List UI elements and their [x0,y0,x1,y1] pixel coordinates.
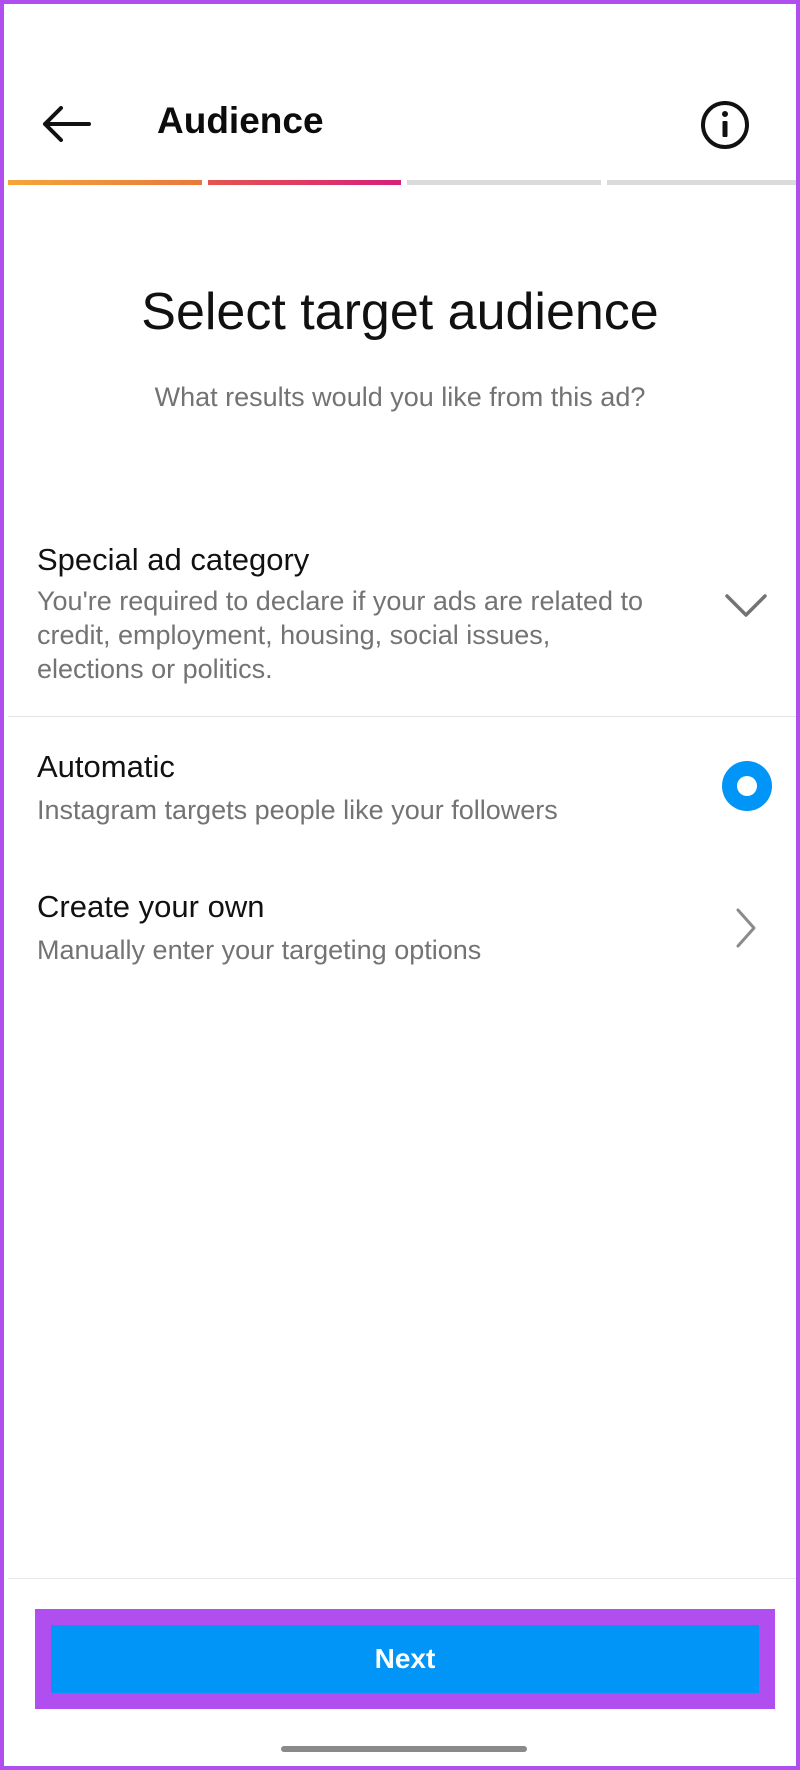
special-ad-category-label: Special ad category [37,542,310,577]
automatic-option-row[interactable]: Automatic Instagram targets people like … [8,749,796,849]
special-ad-category-row[interactable]: Special ad category You're required to d… [8,534,796,716]
navigate-button[interactable] [734,907,758,954]
create-your-own-label: Create your own [37,889,265,924]
next-button[interactable]: Next [51,1625,759,1693]
create-your-own-description: Manually enter your targeting options [37,935,482,965]
app-screen: Audience Select target audience What res… [0,0,800,1770]
progress-step-4 [606,180,796,185]
radio-dot [737,776,757,796]
page-title: Audience [157,100,324,141]
info-circle-icon [701,101,749,149]
progress-step-3 [407,180,601,185]
chevron-right-icon [736,908,756,948]
next-button-highlight: Next [35,1609,775,1709]
section-heading: Select target audience [141,283,659,341]
section-subheading: What results would you like from this ad… [154,382,646,412]
footer-divider [8,1578,796,1579]
automatic-radio-selected[interactable] [722,761,772,811]
progress-step-2 [207,180,401,185]
info-button[interactable] [698,98,752,152]
step-progress-bar [8,180,796,185]
home-indicator[interactable] [281,1746,527,1752]
expand-button[interactable] [724,592,768,625]
create-your-own-row[interactable]: Create your own Manually enter your targ… [8,889,796,989]
arrow-left-icon [43,106,91,142]
back-button[interactable] [36,96,96,152]
automatic-option-description: Instagram targets people like your follo… [37,795,558,825]
automatic-option-label: Automatic [37,749,175,784]
header: Audience [4,4,796,179]
progress-step-1 [8,180,202,185]
special-ad-category-description: You're required to declare if your ads a… [37,586,644,684]
divider [8,716,796,717]
chevron-down-icon [725,594,767,617]
